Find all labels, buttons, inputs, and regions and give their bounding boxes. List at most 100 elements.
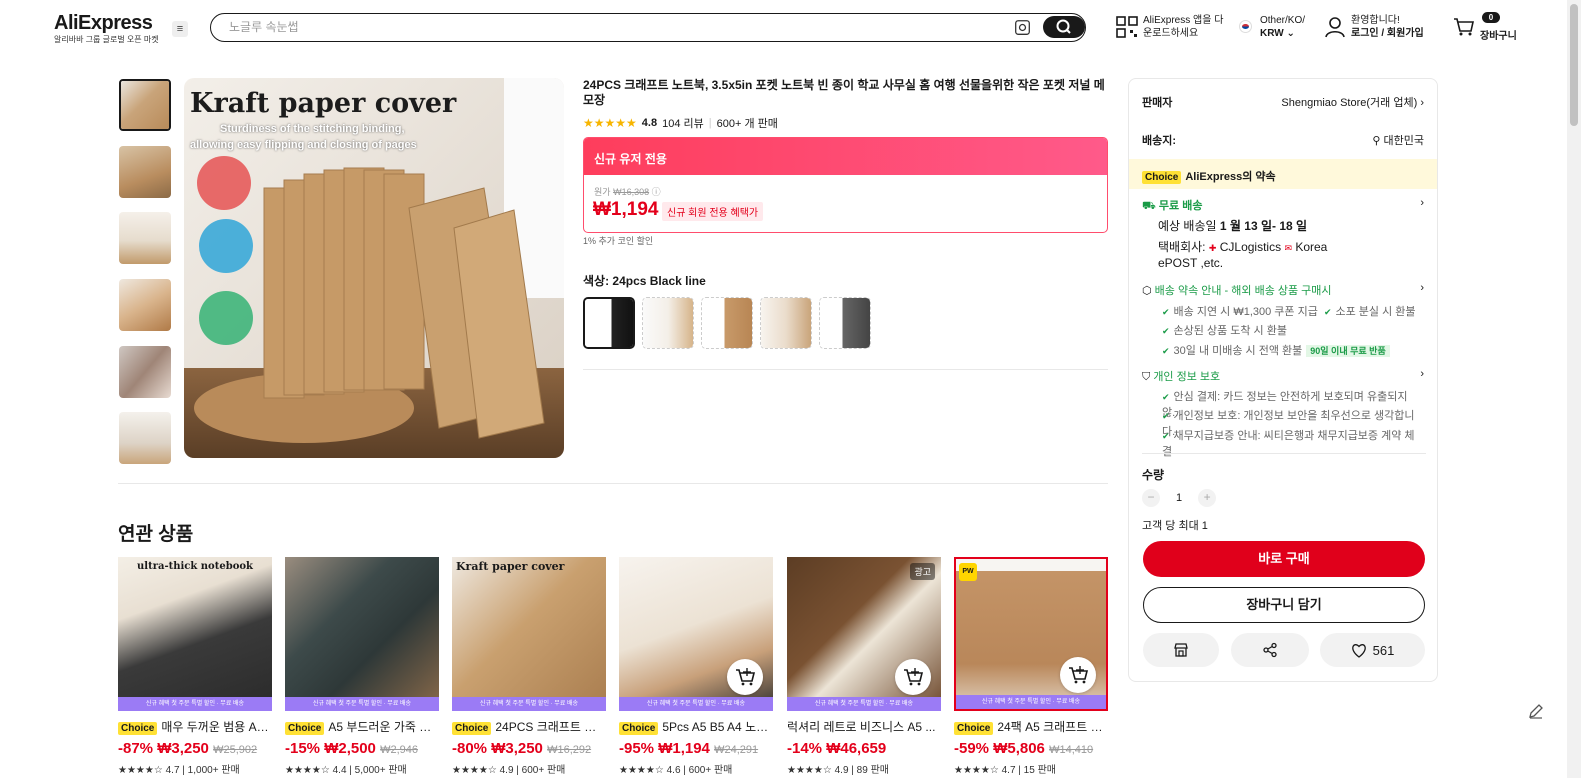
star-icon: ★★★★☆ bbox=[285, 765, 330, 776]
store-button[interactable] bbox=[1143, 633, 1219, 667]
color-swatch-kraft-2[interactable] bbox=[701, 297, 753, 349]
ship-to-label: 배송지: bbox=[1142, 135, 1177, 147]
app-download-line1: AliExpress 앱을 다 bbox=[1143, 15, 1224, 26]
add-to-cart-icon[interactable] bbox=[1060, 657, 1096, 693]
user-icon[interactable] bbox=[1325, 16, 1345, 38]
privacy-item: ✔ 채무지급보증 안내: 씨티은행과 채무지급보증 계약 체결 bbox=[1162, 427, 1424, 459]
card-discount: -95% bbox=[619, 740, 655, 757]
review-count[interactable]: 104 리뷰 bbox=[662, 115, 704, 131]
divider bbox=[583, 369, 1108, 370]
product-card-image[interactable]: 신규 혜택 첫 주문 특별 할인 · 무료 배송 bbox=[619, 557, 773, 711]
seller-name[interactable]: Shengmiao Store(거래 업체) bbox=[1281, 97, 1417, 109]
rating-row[interactable]: ★★★★★ 4.8 104 리뷰 | 600+ 개 판매 bbox=[583, 115, 778, 131]
scrollbar-thumb[interactable] bbox=[1570, 4, 1578, 126]
product-card-image[interactable]: Kraft paper cover 신규 혜택 첫 주문 특별 할인 · 무료 … bbox=[452, 557, 606, 711]
qty-minus-button[interactable]: − bbox=[1142, 489, 1160, 507]
buy-now-button[interactable]: 바로 구매 bbox=[1143, 541, 1425, 577]
promo-band: 신규 혜택 첫 주문 특별 할인 · 무료 배송 bbox=[285, 697, 439, 711]
product-main-image[interactable]: Kraft paper cover Sturdiness of the stit… bbox=[184, 78, 564, 458]
color-swatch-kraft-1[interactable] bbox=[642, 297, 694, 349]
color-swatch-kraft-3[interactable] bbox=[760, 297, 812, 349]
cart-count-badge: 0 bbox=[1482, 12, 1500, 23]
seller-label: 판매자 bbox=[1142, 97, 1173, 109]
search-bar[interactable] bbox=[210, 13, 1086, 42]
product-card[interactable]: 신규 혜택 첫 주문 특별 할인 · 무료 배송 Choice A5 부드러운 가… bbox=[285, 557, 439, 776]
cart-icon[interactable] bbox=[1453, 17, 1475, 37]
color-swatch-black[interactable] bbox=[583, 297, 635, 349]
choice-badge: Choice bbox=[619, 722, 659, 735]
thumbnail-4[interactable] bbox=[119, 279, 171, 331]
color-label: 색상: 24pcs Black line bbox=[583, 274, 706, 288]
cart-label[interactable]: 장바구니 bbox=[1480, 27, 1517, 42]
add-to-cart-icon[interactable] bbox=[727, 659, 763, 695]
purchase-panel: 판매자 Shengmiao Store(거래 업체) › 배송지: ⚲ 대한민국… bbox=[1128, 78, 1438, 682]
star-icon: ★★★★☆ bbox=[954, 765, 999, 776]
thumbnail-6[interactable] bbox=[119, 412, 171, 464]
add-to-cart-icon[interactable] bbox=[895, 659, 931, 695]
korea-post-icon: ✉ bbox=[1284, 243, 1292, 253]
qr-code-icon[interactable] bbox=[1116, 16, 1138, 38]
search-button[interactable] bbox=[1043, 16, 1085, 38]
card-title-text[interactable]: 24팩 A5 크래프트 종... bbox=[997, 720, 1108, 734]
ship-to-row[interactable]: 배송지: ⚲ 대한민국 bbox=[1142, 132, 1424, 148]
card-discount: -14% bbox=[787, 740, 823, 757]
share-button[interactable] bbox=[1231, 633, 1309, 667]
image-search-icon[interactable] bbox=[1014, 19, 1031, 36]
color-swatch-gray[interactable] bbox=[819, 297, 871, 349]
guide-text: 소포 분실 시 환불 bbox=[1335, 306, 1416, 318]
card-title-text[interactable]: 24PCS 크래프트 노트... bbox=[495, 720, 606, 734]
promise-guide-row[interactable]: ⬡ 배송 약속 안내 - 해외 배송 상품 구매시 › bbox=[1142, 282, 1424, 298]
account-link[interactable]: 환영합니다! 로그인 / 회원가입 bbox=[1351, 14, 1424, 40]
card-discount: -87% bbox=[118, 740, 154, 757]
card-title: 럭셔리 레트로 비즈니스 A5 ... bbox=[787, 718, 941, 735]
card-price: -15% ₩2,500 ₩2,946 bbox=[285, 740, 439, 757]
aliexpress-logo[interactable]: AliExpress bbox=[54, 12, 153, 35]
product-card-image[interactable]: ultra-thick notebook 신규 혜택 첫 주문 특별 할인 · … bbox=[118, 557, 272, 711]
thumbnail-5[interactable] bbox=[119, 346, 171, 398]
privacy-row[interactable]: ⛉ 개인 정보 보호 › bbox=[1142, 368, 1424, 384]
product-card[interactable]: 광고 신규 혜택 첫 주문 특별 할인 · 무료 배송 럭셔리 레트로 비즈니스… bbox=[787, 557, 941, 776]
card-title-text[interactable]: 5Pcs A5 B5 A4 노트... bbox=[662, 720, 773, 734]
info-icon[interactable]: ⓘ bbox=[652, 187, 661, 197]
eta-value: 1 월 13 일- 18 일 bbox=[1219, 219, 1308, 233]
card-title-text[interactable]: 럭셔리 레트로 비즈니스 A5 ... bbox=[787, 720, 935, 734]
menu-icon[interactable]: ≡ bbox=[172, 21, 188, 37]
guide-text: 30일 내 미배송 시 전액 환불 bbox=[1173, 345, 1303, 357]
wishlist-button[interactable]: 561 bbox=[1320, 633, 1425, 667]
qty-value[interactable]: 1 bbox=[1176, 492, 1182, 504]
card-sale-price: ₩3,250 bbox=[491, 740, 543, 757]
card-title-text[interactable]: A5 부드러운 가죽 노트... bbox=[328, 720, 439, 734]
card-title-text[interactable]: 매우 두꺼운 범용 A5/... bbox=[161, 720, 272, 734]
image-subheading-2: allowing easy flipping and closing of pa… bbox=[190, 139, 417, 151]
new-member-tag: 신규 회원 전용 혜택가 bbox=[662, 202, 764, 221]
star-icon: ★★★★☆ bbox=[619, 765, 664, 776]
promo-band: 신규 혜택 첫 주문 특별 할인 · 무료 배송 bbox=[956, 695, 1106, 709]
quantity-stepper: − 1 + bbox=[1142, 489, 1424, 507]
guide-text: 손상된 상품 도착 시 환불 bbox=[1173, 325, 1287, 337]
region-selector[interactable]: Other/KO/ KRW ⌄ bbox=[1260, 14, 1305, 40]
app-download-link[interactable]: AliExpress 앱을 다 운로드하세요 bbox=[1143, 14, 1223, 40]
product-card-image[interactable]: 신규 혜택 첫 주문 특별 할인 · 무료 배송 bbox=[285, 557, 439, 711]
product-card[interactable]: ultra-thick notebook 신규 혜택 첫 주문 특별 할인 · … bbox=[118, 557, 272, 776]
seller-row[interactable]: 판매자 Shengmiao Store(거래 업체) › bbox=[1142, 94, 1424, 110]
thumbnail-2[interactable] bbox=[119, 146, 171, 198]
check-icon: ✔ bbox=[1162, 346, 1170, 356]
thumbnail-3[interactable] bbox=[119, 212, 171, 264]
truck-icon: ⛟ bbox=[1142, 200, 1156, 212]
card-original-price: ₩24,291 bbox=[714, 744, 759, 756]
product-card[interactable]: Kraft paper cover 신규 혜택 첫 주문 특별 할인 · 무료 … bbox=[452, 557, 606, 776]
product-card[interactable]: 신규 혜택 첫 주문 특별 할인 · 무료 배송 Choice 5Pcs A5 B… bbox=[619, 557, 773, 776]
card-rating: 4.7 bbox=[165, 765, 180, 776]
thumbnail-1[interactable] bbox=[119, 79, 171, 131]
card-rating: 4.7 bbox=[1001, 765, 1016, 776]
edit-pencil-icon[interactable] bbox=[1527, 702, 1545, 720]
product-card[interactable]: PW 신규 혜택 첫 주문 특별 할인 · 무료 배송 Choice 24팩 A5… bbox=[954, 557, 1108, 776]
search-input[interactable] bbox=[229, 18, 989, 36]
card-sale-price: ₩5,806 bbox=[993, 740, 1045, 757]
product-card-image[interactable]: 광고 신규 혜택 첫 주문 특별 할인 · 무료 배송 bbox=[787, 557, 941, 711]
qty-plus-button[interactable]: + bbox=[1198, 489, 1217, 507]
product-card-image[interactable]: PW 신규 혜택 첫 주문 특별 할인 · 무료 배송 bbox=[954, 557, 1108, 711]
free-shipping-row[interactable]: ⛟ 무료 배송 › bbox=[1142, 197, 1424, 214]
add-to-cart-button[interactable]: 장바구니 담기 bbox=[1143, 587, 1425, 623]
promo-header: 신규 유저 전용 bbox=[584, 138, 1107, 175]
